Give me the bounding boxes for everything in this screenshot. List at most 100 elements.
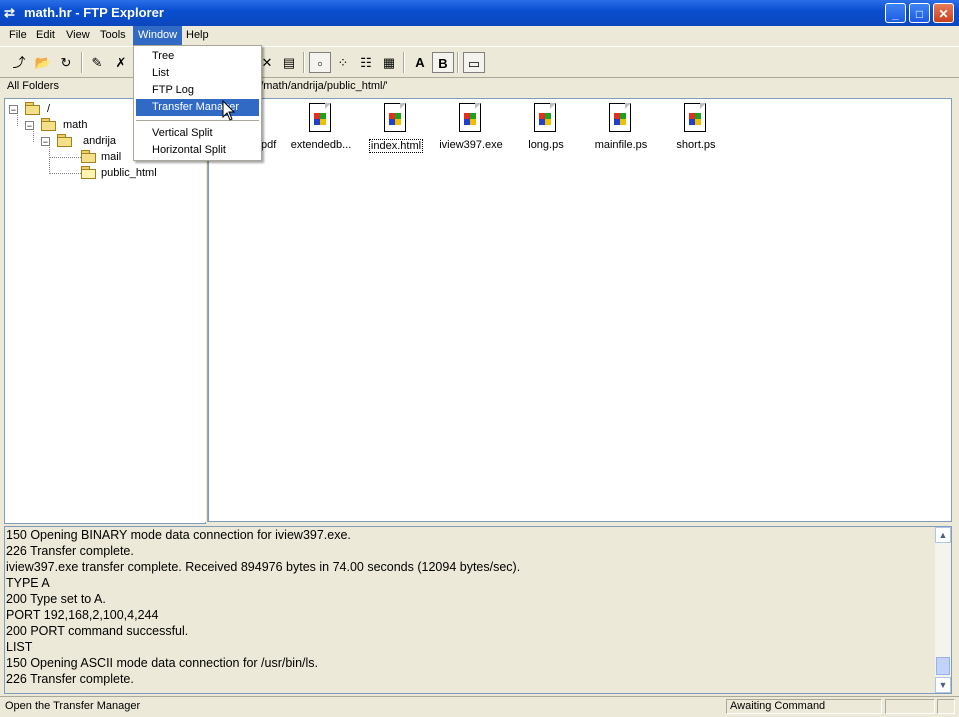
menu-separator <box>136 120 259 121</box>
folder-tree[interactable]: − / − math − andrija mail public_html <box>4 98 206 524</box>
log-line: 226 Transfer complete. <box>6 544 134 558</box>
collapse-icon[interactable]: − <box>9 105 18 115</box>
scroll-thumb[interactable] <box>936 657 950 675</box>
ftp-log[interactable]: 150 Opening BINARY mode data connection … <box>4 526 952 694</box>
status-panel-empty <box>937 699 955 714</box>
menu-bar: File Edit View Tools Window Help <box>0 26 959 45</box>
menu-item-horizontal-split[interactable]: Horizontal Split <box>136 142 259 159</box>
tree-node-label: / <box>47 103 51 115</box>
log-line: PORT 192,168,2,100,4,244 <box>6 608 159 622</box>
menu-tools[interactable]: Tools <box>95 26 131 45</box>
status-bar: Open the Transfer Manager Awaiting Comma… <box>0 696 959 717</box>
open-folder-icon[interactable]: 📂 <box>32 52 54 73</box>
file-item[interactable]: extendedb... <box>284 99 358 151</box>
menu-window[interactable]: Window <box>133 26 183 45</box>
window-title: math.hr - FTP Explorer <box>24 5 164 20</box>
menu-help[interactable]: Help <box>181 26 214 45</box>
log-line: TYPE A <box>6 576 50 590</box>
menu-view[interactable]: View <box>61 26 95 45</box>
font-b-button[interactable]: B <box>432 52 454 73</box>
close-button[interactable]: ✕ <box>933 3 954 23</box>
menu-item-tree[interactable]: Tree <box>136 48 259 65</box>
menu-edit[interactable]: Edit <box>31 26 60 45</box>
open-folder-icon <box>81 166 97 179</box>
font-a-button[interactable]: A <box>409 52 431 73</box>
file-label: index.html <box>368 139 424 153</box>
small-icons-view-icon[interactable]: ⁘ <box>332 52 354 73</box>
menu-item-list[interactable]: List <box>136 65 259 82</box>
log-view-icon[interactable]: ▭ <box>463 52 485 73</box>
scroll-down-icon[interactable]: ▼ <box>935 677 951 693</box>
address-label: f '/math/andrija/public_html/' <box>252 80 388 92</box>
file-icon <box>684 103 708 133</box>
folder-icon <box>41 118 57 131</box>
file-item[interactable]: short.ps <box>659 99 733 151</box>
file-label: mainfile.ps <box>594 139 648 151</box>
status-panel-empty <box>885 699 935 714</box>
folder-icon <box>81 150 97 163</box>
file-label: short.ps <box>676 139 716 151</box>
log-line: iview397.exe transfer complete. Received… <box>6 560 521 574</box>
folder-icon <box>57 134 73 147</box>
tree-node-label: mail <box>101 151 122 163</box>
mouse-cursor-icon <box>222 100 236 121</box>
properties-icon[interactable]: ▤ <box>278 52 300 73</box>
tree-line <box>49 144 50 174</box>
file-label-partial: pdf <box>261 139 277 151</box>
delete-item-icon[interactable]: ✗ <box>110 52 132 73</box>
maximize-button[interactable]: □ <box>909 3 930 23</box>
file-list[interactable]: pdf extendedb... index.html iview397.exe… <box>208 98 952 522</box>
toolbar-separator <box>81 52 83 73</box>
toolbar-separator <box>457 52 459 73</box>
file-icon <box>534 103 558 133</box>
file-icon <box>384 103 408 133</box>
up-folder-icon[interactable]: ⤴ <box>8 52 30 73</box>
file-label: long.ps <box>528 139 564 151</box>
file-item[interactable]: iview397.exe <box>434 99 508 151</box>
tree-line <box>17 112 18 126</box>
all-folders-label: All Folders <box>7 80 59 92</box>
log-line: 150 Opening ASCII mode data connection f… <box>6 656 318 670</box>
file-icon <box>309 103 333 133</box>
menu-item-vertical-split[interactable]: Vertical Split <box>136 125 259 142</box>
tree-line <box>49 157 81 158</box>
log-line: 226 Transfer complete. <box>6 672 134 686</box>
file-item[interactable]: index.html <box>359 99 433 153</box>
file-icon <box>459 103 483 133</box>
toolbar-separator <box>403 52 405 73</box>
new-item-icon[interactable]: ✎ <box>86 52 108 73</box>
log-scrollbar[interactable]: ▲ ▼ <box>935 527 951 693</box>
title-bar: ⇄ math.hr - FTP Explorer _ □ ✕ <box>0 0 959 26</box>
file-label: iview397.exe <box>439 139 503 151</box>
tree-node-label: public_html <box>101 167 157 179</box>
refresh-icon[interactable]: ↻ <box>55 52 77 73</box>
log-line: 150 Opening BINARY mode data connection … <box>6 528 351 542</box>
file-item[interactable]: long.ps <box>509 99 583 151</box>
status-state: Awaiting Command <box>726 699 882 714</box>
large-icons-view-icon[interactable]: ▫ <box>309 52 331 73</box>
menu-item-transfer-manager[interactable]: Transfer Manager <box>136 99 259 116</box>
tree-line <box>33 128 34 142</box>
tree-node-label: math <box>63 119 88 131</box>
toolbar-separator <box>303 52 305 73</box>
tree-node-label: andrija <box>83 135 117 147</box>
log-line: 200 Type set to A. <box>6 592 106 606</box>
tree-line <box>49 173 81 174</box>
menu-file[interactable]: File <box>4 26 32 45</box>
file-item[interactable]: mainfile.ps <box>584 99 658 151</box>
minimize-button[interactable]: _ <box>885 3 906 23</box>
collapse-icon[interactable]: − <box>25 121 34 131</box>
status-message: Open the Transfer Manager <box>5 700 141 712</box>
app-icon: ⇄ <box>4 5 15 20</box>
details-view-icon[interactable]: ▦ <box>378 52 400 73</box>
collapse-icon[interactable]: − <box>41 137 50 147</box>
window-menu-dropdown: Tree List FTP Log Transfer Manager Verti… <box>133 45 262 161</box>
file-icon <box>609 103 633 133</box>
log-line: 200 PORT command successful. <box>6 624 189 638</box>
file-label: extendedb... <box>290 139 352 151</box>
scroll-up-icon[interactable]: ▲ <box>935 527 951 543</box>
log-line: LIST <box>6 640 33 654</box>
list-view-icon[interactable]: ☷ <box>355 52 377 73</box>
menu-item-ftp-log[interactable]: FTP Log <box>136 82 259 99</box>
folder-icon <box>25 102 41 115</box>
